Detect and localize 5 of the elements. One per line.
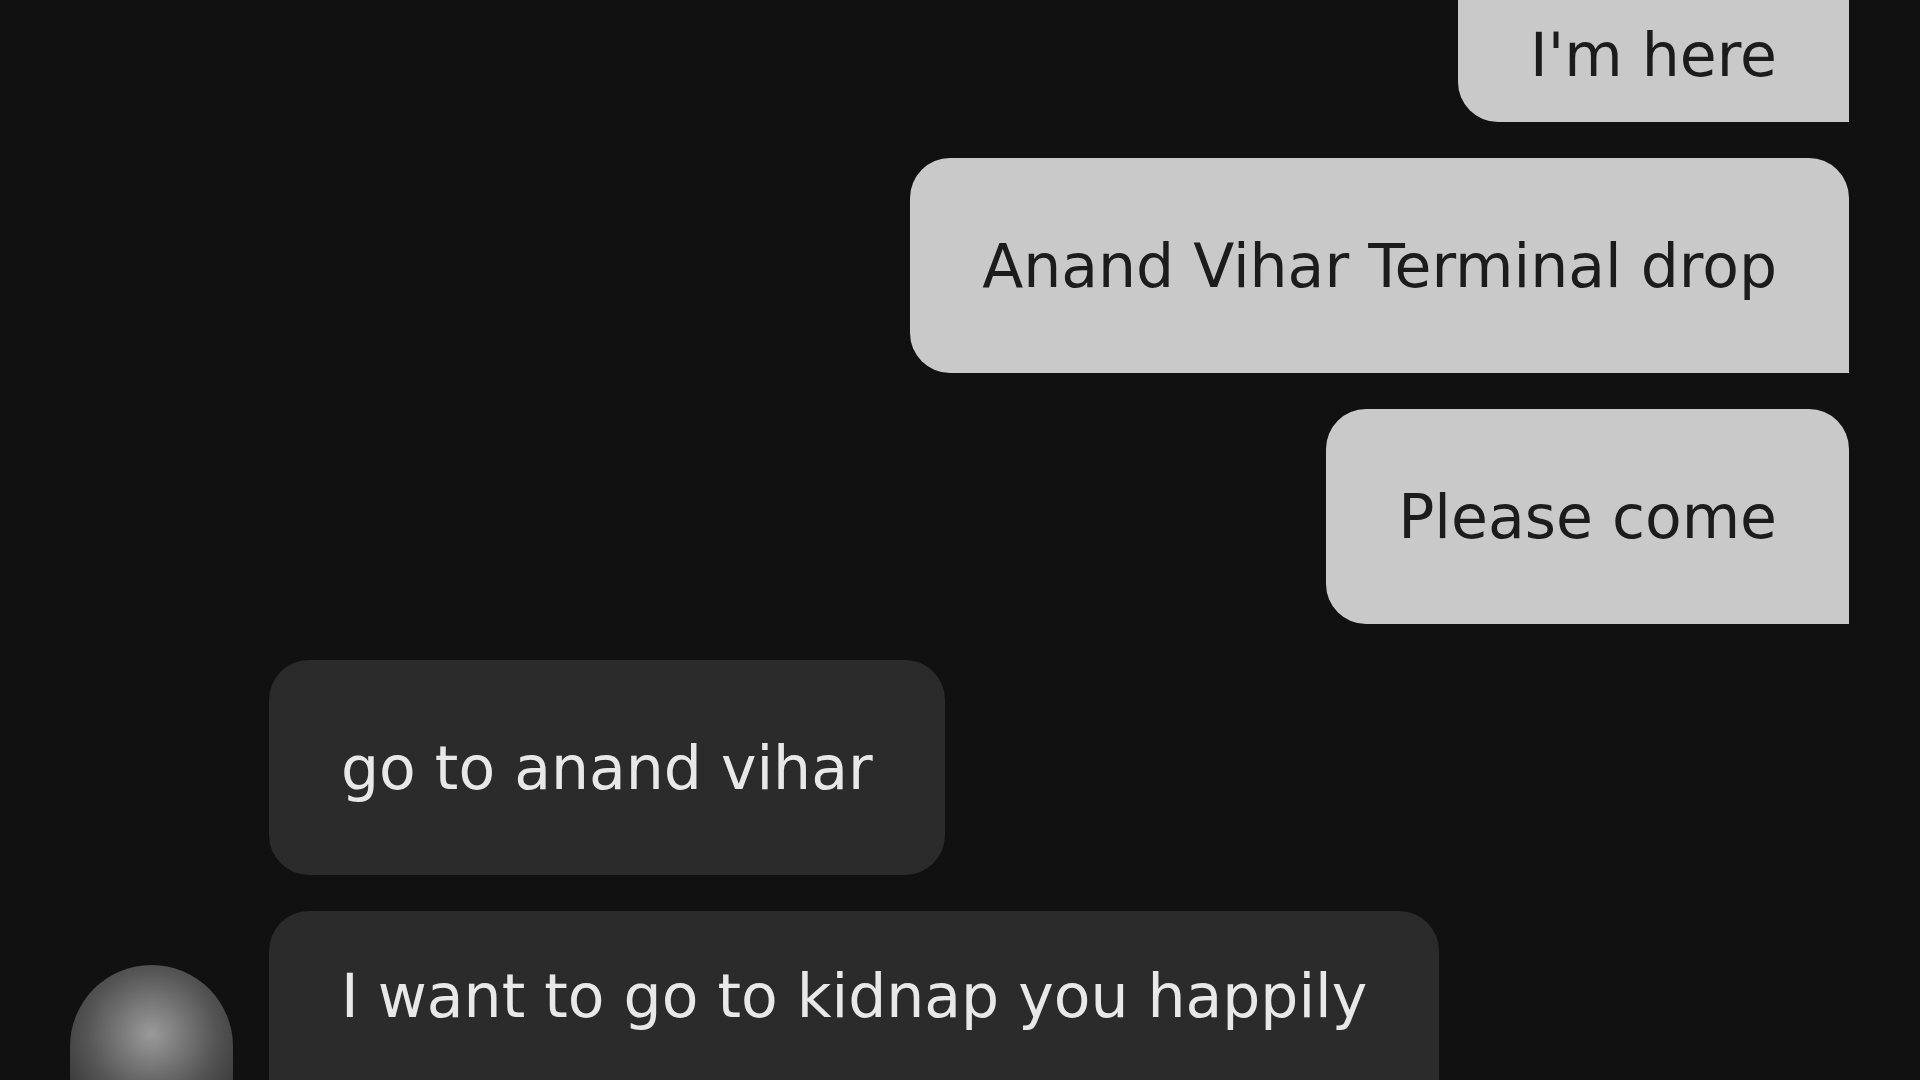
- message-bubble: Please come: [1326, 409, 1849, 624]
- message-bubble: I'm here: [1458, 0, 1849, 122]
- message-bubble: go to anand vihar: [269, 660, 945, 875]
- message-bubble: Anand Vihar Terminal drop: [910, 158, 1849, 373]
- message-bubble: I want to go to kidnap you happily: [269, 911, 1440, 1080]
